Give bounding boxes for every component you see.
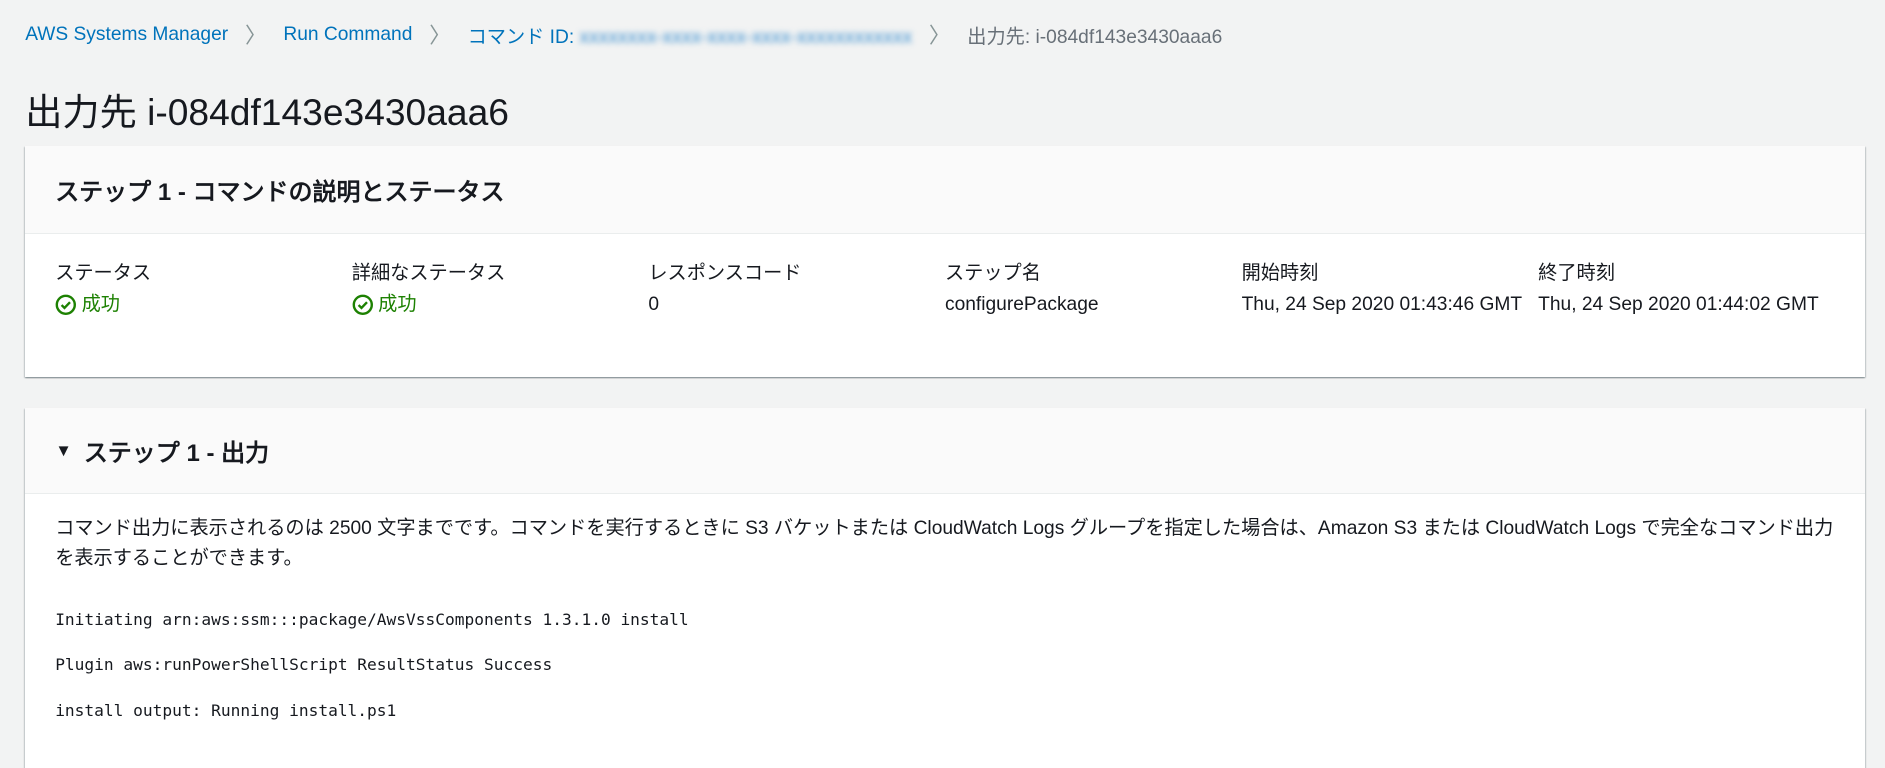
- field-label: 詳細なステータス: [351, 262, 506, 284]
- field-label: レスポンスコード: [648, 262, 802, 284]
- field-label: 終了時刻: [1538, 262, 1615, 284]
- output-line: install output: Running install.ps1: [55, 700, 397, 720]
- command-id-label: コマンド ID:: [467, 26, 580, 48]
- breadcrumb-command-id[interactable]: コマンド ID: xxxxxxxx-xxxx-xxxx-xxxx-xxxxxxx…: [468, 21, 913, 49]
- output-description: コマンド出力に表示されるのは 2500 文字までです。コマンドを実行するときに …: [55, 517, 1834, 569]
- chevron-right-icon: 〉: [928, 23, 951, 49]
- status-panel-header: ステップ 1 - コマンドの説明とステータス: [25, 146, 1865, 234]
- field-value: configurePackage: [944, 294, 1099, 316]
- page-title: 出力先 i-084df143e3430aaa6: [25, 90, 509, 133]
- field-label: ステータス: [55, 262, 152, 284]
- output-panel-title: ステップ 1 - 出力: [83, 440, 270, 468]
- output-line: Initiating arn:aws:ssm:::package/AwsVssC…: [55, 609, 689, 629]
- output-panel-header[interactable]: ▼ ステップ 1 - 出力: [25, 408, 1865, 495]
- field-value: Thu, 24 Sep 2020 01:44:02 GMT: [1538, 294, 1819, 316]
- status-field: レスポンスコード 0: [648, 258, 945, 320]
- command-output: Initiating arn:aws:ssm:::package/AwsVssC…: [25, 574, 1865, 747]
- page: AWS Systems Manager 〉 Run Command 〉 コマンド…: [0, 0, 1885, 768]
- field-value: 成功: [352, 289, 649, 320]
- breadcrumb-run-command[interactable]: Run Command: [283, 24, 412, 46]
- command-id-redacted: xxxxxxxx-xxxx-xxxx-xxxx-xxxxxxxxxxxx: [579, 26, 913, 48]
- field-label: ステップ名: [944, 262, 1041, 284]
- status-panel-title: ステップ 1 - コマンドの説明とステータス: [55, 179, 505, 207]
- chevron-right-icon: 〉: [429, 23, 451, 49]
- field-value: 0: [648, 294, 660, 316]
- success-check-icon: [352, 294, 378, 316]
- breadcrumb-current: 出力先: i-084df143e3430aaa6: [967, 26, 1223, 48]
- status-panel: ステップ 1 - コマンドの説明とステータス ステータス 成功 詳細なステータス 成功…: [25, 146, 1865, 377]
- breadcrumb: AWS Systems Manager 〉 Run Command 〉 コマンド…: [25, 19, 1222, 50]
- output-line: Plugin aws:runPowerShellScript ResultSta…: [55, 655, 553, 675]
- field-label: 開始時刻: [1241, 262, 1319, 284]
- status-text: 成功: [81, 294, 120, 316]
- field-value: 成功: [55, 289, 352, 320]
- output-panel: ▼ ステップ 1 - 出力 コマンド出力に表示されるのは 2500 文字までです…: [25, 408, 1865, 768]
- status-columns: ステータス 成功 詳細なステータス 成功 レスポンスコード 0 ステップ名 configure…: [25, 234, 1865, 320]
- status-field: ステータス 成功: [55, 258, 352, 320]
- chevron-right-icon: 〉: [244, 23, 267, 49]
- status-field: ステップ名 configurePackage: [945, 258, 1242, 320]
- success-check-icon: [55, 294, 81, 316]
- status-field: 終了時刻 Thu, 24 Sep 2020 01:44:02 GMT: [1538, 258, 1835, 320]
- field-value: Thu, 24 Sep 2020 01:43:46 GMT: [1241, 294, 1523, 316]
- status-field: 詳細なステータス成功: [352, 258, 649, 320]
- status-text: 成功: [378, 294, 417, 316]
- status-field: 開始時刻 Thu, 24 Sep 2020 01:43:46 GMT: [1242, 258, 1539, 320]
- breadcrumb-systems-manager[interactable]: AWS Systems Manager: [25, 24, 228, 46]
- caret-down-icon[interactable]: ▼: [55, 441, 72, 461]
